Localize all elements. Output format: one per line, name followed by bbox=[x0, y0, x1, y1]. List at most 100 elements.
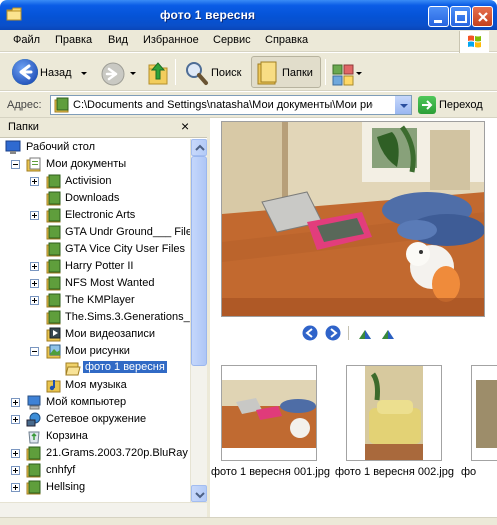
tree-item-21-grams[interactable]: 21.Grams.2003.720p.BluRay bbox=[0, 445, 190, 462]
thumbnail-003[interactable] bbox=[471, 365, 497, 461]
tree-item-label: GTA Vice City User Files bbox=[65, 243, 186, 255]
forward-dropdown-icon[interactable] bbox=[130, 72, 136, 75]
folders-pane-title: Папки bbox=[8, 121, 39, 133]
tree-item-label: Рабочий стол bbox=[26, 141, 96, 153]
my-documents-icon bbox=[26, 157, 41, 172]
back-dropdown-icon[interactable] bbox=[81, 72, 87, 75]
tree-item-my-documents[interactable]: Мои документы bbox=[0, 156, 190, 173]
folders-button-label[interactable]: Папки bbox=[282, 67, 313, 79]
search-icon[interactable] bbox=[184, 58, 210, 88]
expand-icon[interactable] bbox=[11, 415, 20, 424]
menu-help[interactable]: Справка bbox=[265, 34, 308, 46]
tree-item-photo-1-veresnya[interactable]: фото 1 вересня bbox=[0, 360, 190, 377]
tree-item-label: NFS Most Wanted bbox=[65, 277, 155, 289]
tree-item-sims3[interactable]: The.Sims.3.Generations_ bbox=[0, 309, 190, 326]
thumbnail-002[interactable] bbox=[346, 365, 442, 461]
expand-icon[interactable] bbox=[30, 211, 39, 220]
tree-item-cnhfyf[interactable]: cnhfyf bbox=[0, 462, 190, 479]
expand-icon[interactable] bbox=[30, 177, 39, 186]
scroll-thumb[interactable] bbox=[191, 156, 207, 366]
scroll-up-button[interactable] bbox=[191, 139, 207, 156]
expand-icon[interactable] bbox=[30, 296, 39, 305]
back-arrow-icon[interactable] bbox=[10, 57, 40, 87]
folder-icon bbox=[46, 293, 61, 308]
thumbnail-caption: фото 1 вересня 001.jpg bbox=[211, 466, 330, 478]
tree-item-my-computer[interactable]: Мой компьютер bbox=[0, 394, 190, 411]
thumbnail-caption: фо bbox=[461, 466, 477, 478]
toolbar-separator bbox=[325, 59, 326, 85]
tree-item-gta-underground[interactable]: GTA Undr Ground___ File bbox=[0, 224, 190, 241]
folder-icon bbox=[46, 225, 61, 240]
status-bar bbox=[0, 517, 497, 525]
my-computer-icon bbox=[27, 395, 41, 410]
close-button[interactable] bbox=[472, 6, 493, 27]
folder-icon bbox=[46, 310, 61, 325]
expand-icon[interactable] bbox=[30, 262, 39, 271]
my-videos-icon bbox=[46, 327, 61, 342]
previous-image-button[interactable] bbox=[302, 325, 318, 344]
tree-item-nfs-most-wanted[interactable]: NFS Most Wanted bbox=[0, 275, 190, 292]
address-field[interactable]: C:\Documents and Settings\natasha\Мои до… bbox=[50, 95, 412, 115]
my-music-icon bbox=[46, 380, 61, 393]
tree-item-my-music[interactable]: Моя музыка bbox=[0, 377, 190, 394]
next-image-button[interactable] bbox=[325, 325, 341, 344]
expand-icon[interactable] bbox=[11, 398, 20, 407]
folder-tree-hscrollbar[interactable] bbox=[0, 502, 207, 517]
window-title: фото 1 вересня bbox=[160, 8, 256, 22]
address-path[interactable]: C:\Documents and Settings\natasha\Мои до… bbox=[73, 99, 373, 111]
tree-item-desktop[interactable]: Рабочий стол bbox=[0, 139, 190, 156]
menu-favorites[interactable]: Избранное bbox=[143, 34, 199, 46]
rotate-clockwise-button[interactable] bbox=[357, 327, 373, 344]
up-folder-icon[interactable] bbox=[146, 58, 170, 88]
tree-item-gta-vice-city[interactable]: GTA Vice City User Files bbox=[0, 241, 190, 258]
menu-file[interactable]: Файл bbox=[13, 34, 40, 46]
views-icon[interactable] bbox=[331, 60, 355, 90]
expand-icon[interactable] bbox=[11, 449, 20, 458]
photo-preview[interactable] bbox=[221, 121, 485, 317]
tree-item-my-videos[interactable]: Мои видеозаписи bbox=[0, 326, 190, 343]
tree-item-downloads[interactable]: Downloads bbox=[0, 190, 190, 207]
tree-item-recycle-bin[interactable]: Корзина bbox=[0, 428, 190, 445]
tree-item-label: Hellsing bbox=[46, 481, 86, 493]
tree-item-electronic-arts[interactable]: Electronic Arts bbox=[0, 207, 190, 224]
search-button-label[interactable]: Поиск bbox=[211, 67, 241, 79]
tree-item-harry-potter[interactable]: Harry Potter II bbox=[0, 258, 190, 275]
folder-icon bbox=[26, 446, 41, 461]
minimize-button[interactable] bbox=[428, 6, 449, 27]
go-button[interactable] bbox=[418, 96, 436, 114]
tree-item-label: Downloads bbox=[65, 192, 120, 204]
expand-icon[interactable] bbox=[30, 279, 39, 288]
address-dropdown-button[interactable] bbox=[394, 96, 411, 114]
menu-tools[interactable]: Сервис bbox=[213, 34, 251, 46]
rotate-counterclockwise-button[interactable] bbox=[380, 327, 396, 344]
back-button-label[interactable]: Назад bbox=[40, 67, 72, 79]
maximize-button[interactable] bbox=[450, 6, 471, 27]
go-button-label[interactable]: Переход bbox=[439, 99, 483, 111]
thumbnail-001[interactable] bbox=[221, 365, 317, 461]
my-pictures-icon bbox=[46, 344, 61, 359]
views-dropdown-icon[interactable] bbox=[356, 72, 362, 75]
folder-tree-scrollbar[interactable] bbox=[190, 139, 207, 517]
folders-icon[interactable] bbox=[254, 58, 280, 88]
expand-icon[interactable] bbox=[11, 466, 20, 475]
menu-view[interactable]: Вид bbox=[108, 34, 128, 46]
tree-item-hellsing[interactable]: Hellsing bbox=[0, 479, 190, 496]
collapse-icon[interactable] bbox=[11, 160, 20, 169]
toolbar bbox=[0, 53, 497, 91]
folder-icon bbox=[26, 480, 41, 495]
expand-icon[interactable] bbox=[11, 483, 20, 492]
tree-item-kmplayer[interactable]: The KMPlayer bbox=[0, 292, 190, 309]
scroll-down-button[interactable] bbox=[191, 485, 207, 502]
folder-icon bbox=[54, 97, 69, 113]
menu-edit[interactable]: Правка bbox=[55, 34, 92, 46]
collapse-icon[interactable] bbox=[30, 347, 39, 356]
tree-item-network[interactable]: Сетевое окружение bbox=[0, 411, 190, 428]
forward-arrow-icon[interactable] bbox=[100, 59, 126, 89]
previous-arrow-icon bbox=[302, 325, 318, 341]
tree-item-label: GTA Undr Ground___ File bbox=[65, 226, 190, 238]
tree-item-activision[interactable]: Activision bbox=[0, 173, 190, 190]
thumbnail-caption: фото 1 вересня 002.jpg bbox=[335, 466, 454, 478]
tree-item-my-pictures[interactable]: Мои рисунки bbox=[0, 343, 190, 360]
title-bar[interactable]: фото 1 вересня bbox=[0, 0, 497, 30]
close-icon[interactable]: × bbox=[181, 118, 189, 134]
